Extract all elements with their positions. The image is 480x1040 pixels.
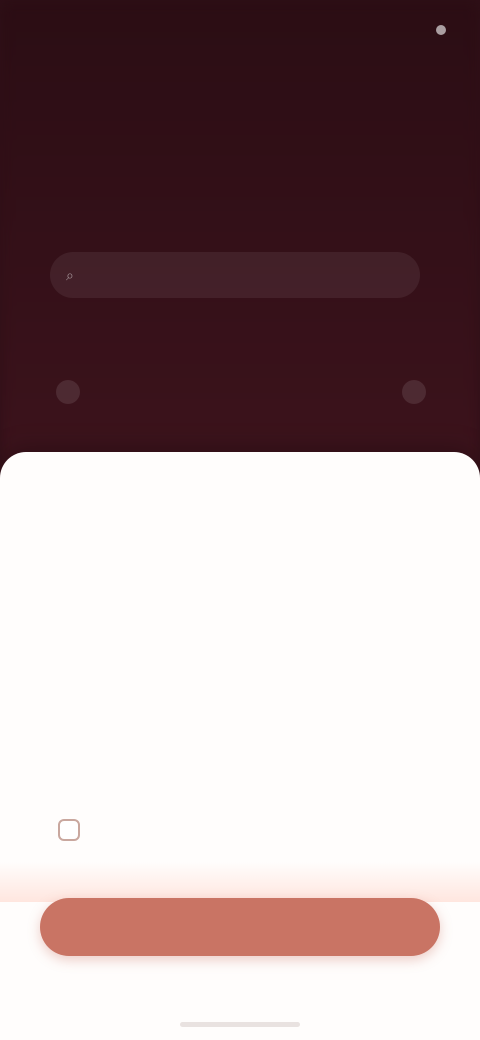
home-indicator [180, 1022, 300, 1027]
primary-button[interactable] [40, 898, 440, 956]
consent-row[interactable] [58, 808, 438, 852]
background-tab-row [0, 66, 480, 106]
search-icon: ⌕ [66, 266, 74, 283]
background-list-row [56, 372, 426, 412]
consent-checkbox[interactable] [58, 819, 80, 841]
status-icons [428, 25, 446, 35]
background-row-trailing-icon [402, 380, 426, 404]
background-search-field: ⌕ [50, 252, 420, 298]
background-row-icon [56, 380, 80, 404]
status-bar [0, 0, 480, 60]
battery-icon [436, 25, 446, 35]
button-backdrop [0, 862, 480, 902]
